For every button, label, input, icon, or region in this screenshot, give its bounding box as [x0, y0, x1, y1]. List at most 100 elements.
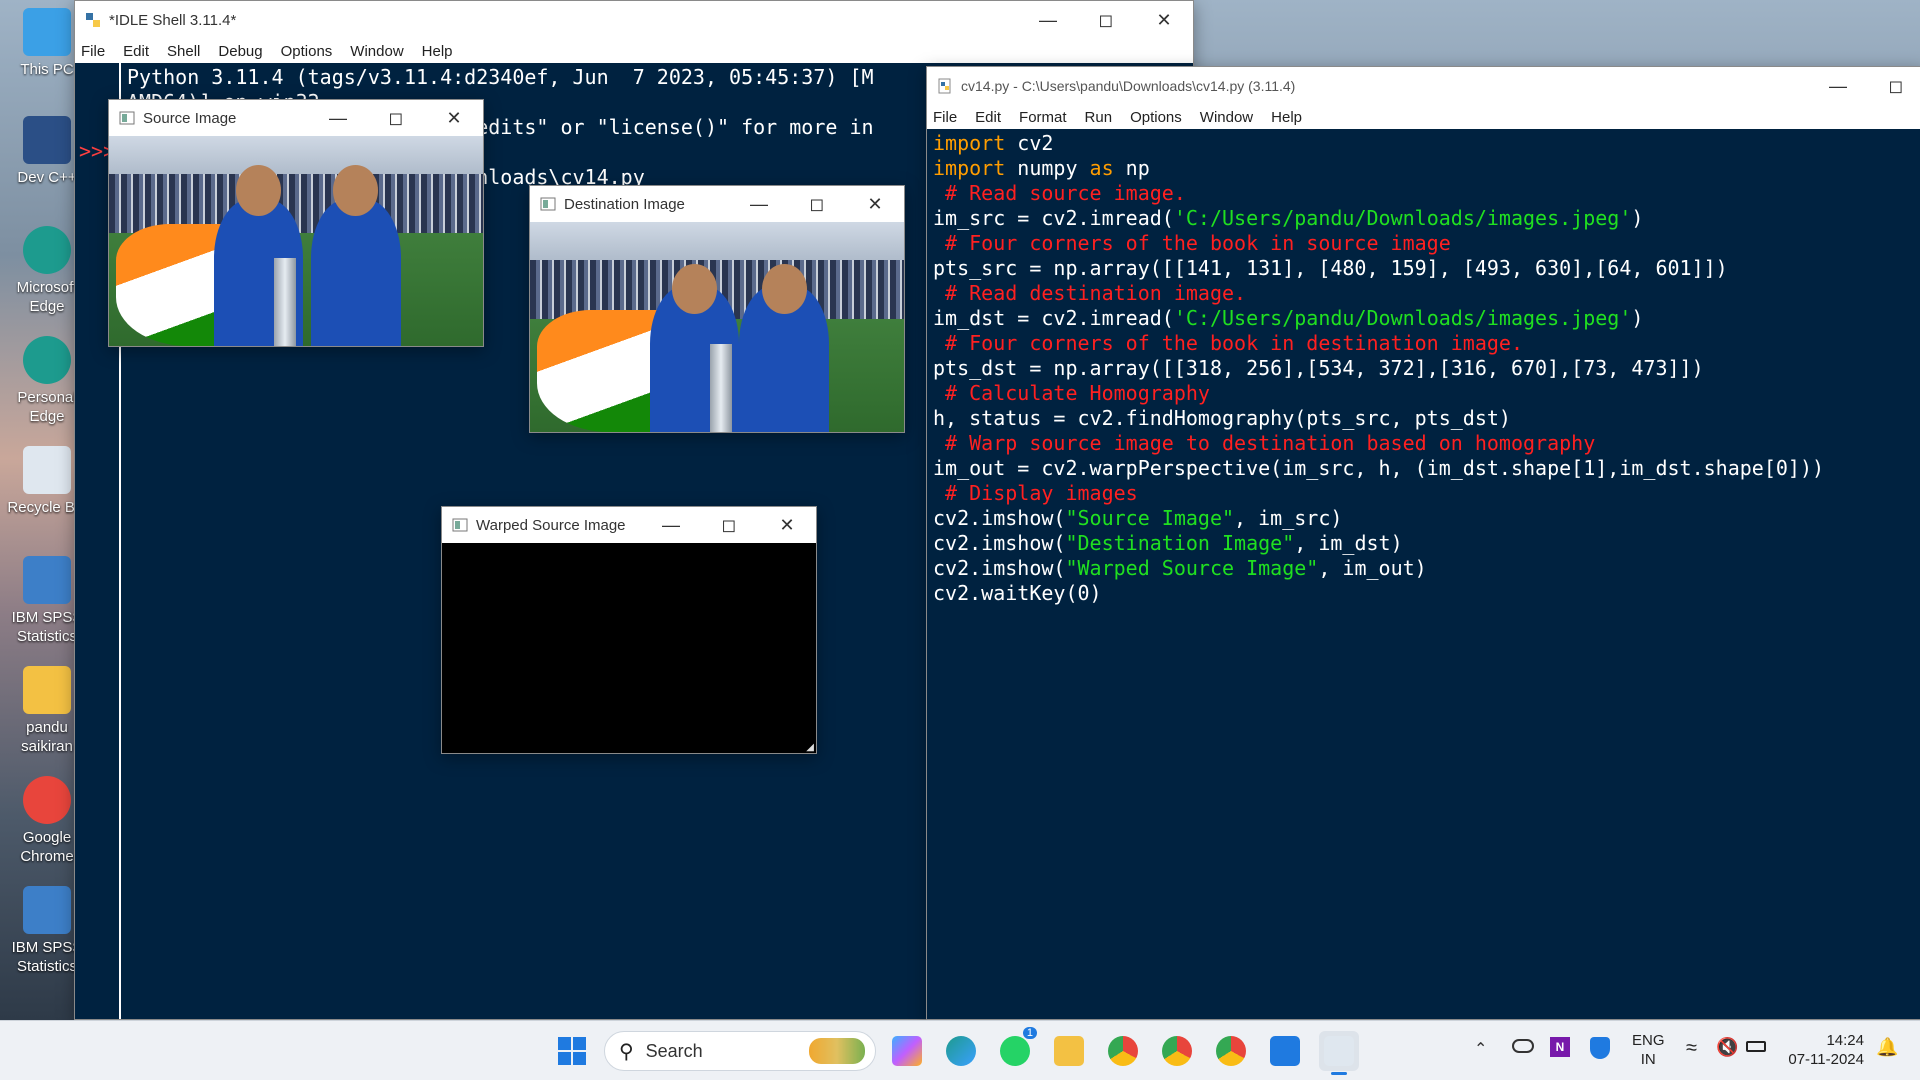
resize-grip-icon[interactable]: ◢	[806, 742, 814, 753]
wifi-icon[interactable]: ≈	[1686, 1037, 1697, 1060]
file-explorer-icon[interactable]	[1049, 1031, 1089, 1071]
code-token: 'C:/Users/pandu/Downloads/images.jpeg'	[1173, 306, 1632, 330]
chrome-icon[interactable]	[1103, 1031, 1143, 1071]
destination-titlebar[interactable]: Destination Image — ◻ ✕	[530, 186, 904, 222]
code-token: # Warp source image to destination based…	[933, 431, 1596, 455]
whatsapp-icon[interactable]: 1	[995, 1027, 1037, 1071]
menu-format[interactable]: Format	[1019, 109, 1067, 126]
chrome-icon-glyph	[1108, 1036, 1138, 1066]
chrome-profile-icon[interactable]	[1157, 1031, 1197, 1071]
vscode-icon[interactable]	[1265, 1031, 1305, 1071]
code-line: im_out = cv2.warpPerspective(im_src, h, …	[933, 456, 1920, 481]
copilot-icon[interactable]	[887, 1031, 927, 1071]
code-token: # Read source image.	[933, 181, 1186, 205]
source-image-window: Source Image — ◻ ✕	[108, 99, 484, 347]
menu-options[interactable]: Options	[281, 43, 333, 60]
clock[interactable]: 14:24 07-11-2024	[1782, 1031, 1864, 1069]
file-explorer-icon-glyph	[1054, 1036, 1084, 1066]
close-button[interactable]: ✕	[1135, 1, 1193, 39]
code-line: # Four corners of the book in destinatio…	[933, 331, 1920, 356]
code-token: pts_dst = np.array([[318, 256],[534, 372…	[933, 356, 1704, 380]
code-token: # Four corners of the book in source ima…	[933, 231, 1451, 255]
maximize-button[interactable]: ◻	[367, 99, 425, 137]
editor-title: cv14.py - C:\Users\pandu\Downloads\cv14.…	[961, 78, 1296, 94]
menu-run[interactable]: Run	[1085, 109, 1113, 126]
menu-window[interactable]: Window	[350, 43, 403, 60]
minimize-button[interactable]: —	[642, 506, 700, 544]
chrome-icon	[23, 776, 71, 824]
warped-titlebar[interactable]: Warped Source Image — ◻ ✕	[442, 507, 816, 543]
menu-shell[interactable]: Shell	[167, 43, 200, 60]
source-titlebar[interactable]: Source Image — ◻ ✕	[109, 100, 483, 136]
copilot-icon-glyph	[892, 1036, 922, 1066]
warped-black-image: ◢	[442, 543, 816, 753]
taskbar-apps: 1	[880, 1027, 1366, 1075]
close-button[interactable]: ✕	[758, 506, 816, 544]
menu-file[interactable]: File	[81, 43, 105, 60]
menu-help[interactable]: Help	[1271, 109, 1302, 126]
maximize-button[interactable]: ◻	[700, 506, 758, 544]
python-idle-icon-glyph	[1324, 1036, 1354, 1066]
code-line: cv2.imshow("Warped Source Image", im_out…	[933, 556, 1920, 581]
whatsapp-icon-glyph	[1000, 1036, 1030, 1066]
edge-icon[interactable]	[941, 1031, 981, 1071]
shell-menubar: File Edit Shell Debug Options Window Help	[75, 39, 1193, 63]
menu-help[interactable]: Help	[422, 43, 453, 60]
close-button[interactable]: ✕	[846, 185, 904, 223]
menu-options[interactable]: Options	[1130, 109, 1182, 126]
code-token: # Read destination image.	[933, 281, 1247, 305]
code-token: as	[1089, 156, 1114, 180]
taskbar-search-box[interactable]: ⚲ Search	[604, 1031, 876, 1071]
code-token: cv2.imshow(	[933, 556, 1066, 580]
python-idle-icon[interactable]	[1319, 1031, 1359, 1075]
code-token: cv2.waitKey(0)	[933, 581, 1102, 605]
chevron-up-icon[interactable]: ⌃	[1474, 1039, 1487, 1059]
code-token: numpy	[1005, 156, 1090, 180]
shell-titlebar[interactable]: *IDLE Shell 3.11.4* — ◻ ✕	[75, 1, 1193, 39]
code-token: import	[933, 131, 1006, 155]
maximize-button[interactable]: ◻	[1077, 1, 1135, 39]
minimize-button[interactable]: —	[730, 185, 788, 223]
destination-photo	[530, 222, 904, 432]
volume-muted-icon[interactable]: 🔇	[1716, 1037, 1738, 1058]
code-token: h, status = cv2.findHomography(pts_src, …	[933, 406, 1511, 430]
close-button[interactable]: ✕	[425, 99, 483, 137]
language-code: ENG	[1632, 1032, 1665, 1049]
code-line: cv2.imshow("Source Image", im_src)	[933, 506, 1920, 531]
onenote-icon[interactable]: N	[1550, 1037, 1570, 1057]
menu-edit[interactable]: Edit	[975, 109, 1001, 126]
menu-window[interactable]: Window	[1200, 109, 1253, 126]
edge-icon	[23, 336, 71, 384]
warped-image-window: Warped Source Image — ◻ ✕ ◢	[441, 506, 817, 754]
maximize-button[interactable]: ◻	[1867, 67, 1920, 105]
code-editor[interactable]: import cv2 import numpy as np # Read sour…	[927, 129, 1920, 1019]
python-icon	[86, 13, 100, 27]
code-token: , im_src)	[1234, 506, 1343, 530]
menu-edit[interactable]: Edit	[123, 43, 149, 60]
chrome-profile-icon-glyph	[1162, 1036, 1192, 1066]
opencv-window-icon	[119, 111, 135, 125]
chrome-icon[interactable]	[1211, 1031, 1251, 1071]
windows-start-icon[interactable]	[556, 1035, 588, 1067]
clock-time: 14:24	[1826, 1032, 1864, 1049]
language-indicator[interactable]: ENG IN	[1632, 1031, 1665, 1069]
code-line: import numpy as np	[933, 156, 1920, 181]
minimize-button[interactable]: —	[1809, 67, 1867, 105]
editor-titlebar[interactable]: cv14.py - C:\Users\pandu\Downloads\cv14.…	[927, 67, 1920, 105]
chrome-icon-glyph	[1216, 1036, 1246, 1066]
clock-date: 07-11-2024	[1788, 1051, 1864, 1068]
battery-icon[interactable]	[1746, 1041, 1766, 1052]
minimize-button[interactable]: —	[1019, 1, 1077, 39]
destination-image-window: Destination Image — ◻ ✕	[529, 185, 905, 433]
destination-title: Destination Image	[564, 195, 685, 213]
defender-icon[interactable]	[1590, 1037, 1610, 1059]
menu-file[interactable]: File	[933, 109, 957, 126]
recycle-bin-icon	[23, 446, 71, 494]
minimize-button[interactable]: —	[309, 99, 367, 137]
onedrive-icon[interactable]	[1512, 1039, 1534, 1053]
maximize-button[interactable]: ◻	[788, 185, 846, 223]
notification-bell-icon[interactable]: 🔔	[1876, 1037, 1898, 1058]
search-highlight-icon	[809, 1038, 865, 1064]
code-token: cv2.imshow(	[933, 506, 1066, 530]
menu-debug[interactable]: Debug	[218, 43, 262, 60]
